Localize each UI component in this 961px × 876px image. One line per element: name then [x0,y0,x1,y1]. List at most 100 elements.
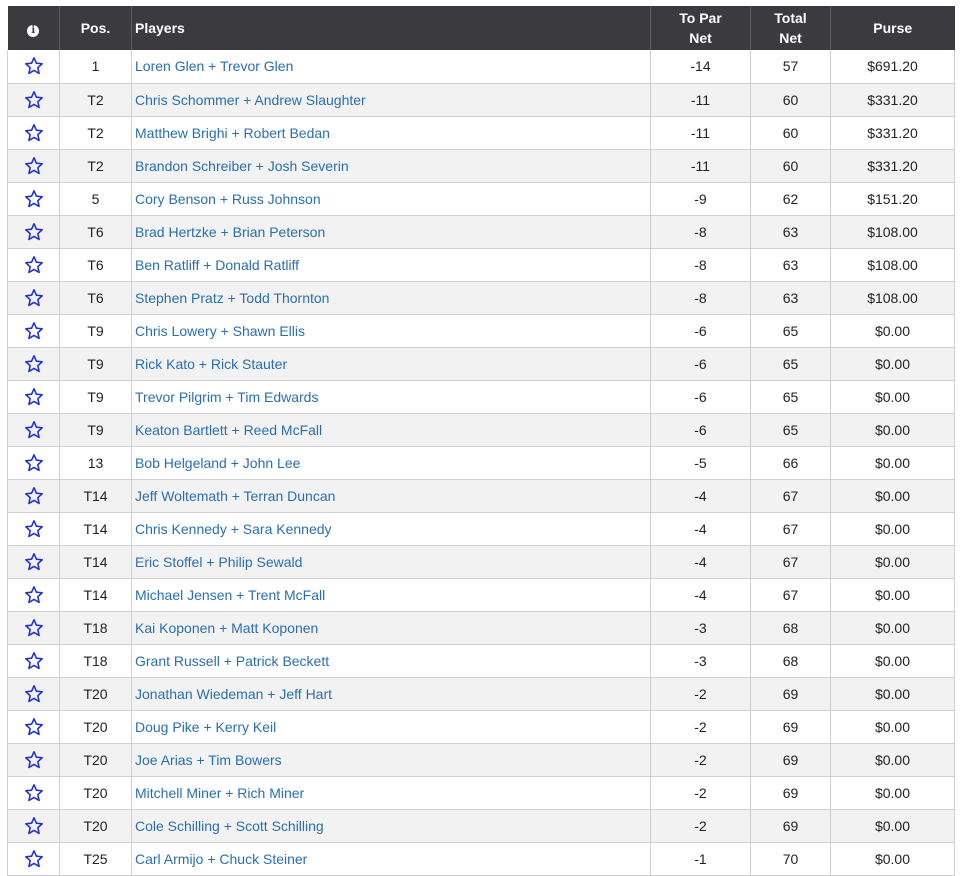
star-icon[interactable] [24,651,44,671]
star-icon[interactable] [24,255,44,275]
favorite-cell[interactable] [7,578,60,612]
players-link[interactable]: Grant Russell + Patrick Beckett [135,653,329,669]
favorite-cell[interactable] [7,842,60,876]
to-par-net-cell: -2 [650,710,751,744]
favorite-cell[interactable] [7,116,60,150]
favorite-cell[interactable] [7,512,60,546]
favorite-cell[interactable] [7,677,60,711]
players-link[interactable]: Trevor Pilgrim + Tim Edwards [135,389,318,405]
header-to-par-net[interactable]: To Par Net [650,6,751,50]
star-icon[interactable] [24,750,44,770]
favorite-cell[interactable] [7,479,60,513]
players-cell: Grant Russell + Patrick Beckett [131,644,651,678]
players-link[interactable]: Matthew Brighi + Robert Bedan [135,125,330,141]
favorite-cell[interactable] [7,314,60,348]
players-cell: Brandon Schreiber + Josh Severin [131,149,651,183]
star-icon[interactable] [24,552,44,572]
players-link[interactable]: Jonathan Wiedeman + Jeff Hart [135,686,332,702]
star-icon[interactable] [24,684,44,704]
favorite-cell[interactable] [7,281,60,315]
favorite-cell[interactable] [7,776,60,810]
star-icon[interactable] [24,717,44,737]
star-icon[interactable] [24,189,44,209]
players-link[interactable]: Chris Kennedy + Sara Kennedy [135,521,332,537]
favorite-cell[interactable] [7,644,60,678]
star-icon[interactable] [24,321,44,341]
players-cell: Chris Lowery + Shawn Ellis [131,314,651,348]
position-cell: 5 [59,182,132,216]
position-cell: T20 [59,743,132,777]
players-cell: Cole Schilling + Scott Schilling [131,809,651,843]
star-icon[interactable] [24,783,44,803]
players-cell: Trevor Pilgrim + Tim Edwards [131,380,651,414]
players-link[interactable]: Joe Arias + Tim Bowers [135,752,282,768]
players-cell: Chris Kennedy + Sara Kennedy [131,512,651,546]
header-info[interactable]: i [7,6,60,50]
favorite-cell[interactable] [7,743,60,777]
players-link[interactable]: Stephen Pratz + Todd Thornton [135,290,329,306]
players-link[interactable]: Cory Benson + Russ Johnson [135,191,321,207]
players-link[interactable]: Loren Glen + Trevor Glen [135,58,293,74]
favorite-cell[interactable] [7,215,60,249]
favorite-cell[interactable] [7,149,60,183]
favorite-cell[interactable] [7,182,60,216]
total-net-cell: 60 [750,149,831,183]
favorite-cell[interactable] [7,809,60,843]
star-icon[interactable] [24,123,44,143]
table-row: T18 Grant Russell + Patrick Beckett -3 68 $0… [7,644,955,678]
favorite-cell[interactable] [7,50,60,84]
star-icon[interactable] [24,486,44,506]
star-icon[interactable] [24,849,44,869]
purse-cell: $0.00 [830,677,955,711]
players-link[interactable]: Keaton Bartlett + Reed McFall [135,422,322,438]
star-icon[interactable] [24,387,44,407]
to-par-net-cell: -8 [650,248,751,282]
favorite-cell[interactable] [7,347,60,381]
header-players[interactable]: Players [131,6,651,50]
players-link[interactable]: Rick Kato + Rick Stauter [135,356,287,372]
favorite-cell[interactable] [7,380,60,414]
players-link[interactable]: Kai Koponen + Matt Koponen [135,620,318,636]
favorite-cell[interactable] [7,248,60,282]
players-link[interactable]: Cole Schilling + Scott Schilling [135,818,324,834]
star-icon[interactable] [24,453,44,473]
favorite-cell[interactable] [7,413,60,447]
players-link[interactable]: Eric Stoffel + Philip Sewald [135,554,302,570]
players-link[interactable]: Mitchell Miner + Rich Miner [135,785,304,801]
star-icon[interactable] [24,585,44,605]
star-icon[interactable] [24,56,44,76]
players-link[interactable]: Chris Schommer + Andrew Slaughter [135,92,366,108]
header-total-net[interactable]: Total Net [750,6,831,50]
header-pos[interactable]: Pos. [59,6,132,50]
players-link[interactable]: Bob Helgeland + John Lee [135,455,300,471]
favorite-cell[interactable] [7,83,60,117]
players-link[interactable]: Ben Ratliff + Donald Ratliff [135,257,299,273]
position-cell: T18 [59,644,132,678]
star-icon[interactable] [24,90,44,110]
star-icon[interactable] [24,519,44,539]
header-purse[interactable]: Purse [830,6,955,50]
info-icon[interactable]: i [27,25,40,37]
players-link[interactable]: Doug Pike + Kerry Keil [135,719,276,735]
favorite-cell[interactable] [7,710,60,744]
players-link[interactable]: Michael Jensen + Trent McFall [135,587,325,603]
favorite-cell[interactable] [7,545,60,579]
players-link[interactable]: Chris Lowery + Shawn Ellis [135,323,305,339]
favorite-cell[interactable] [7,611,60,645]
star-icon[interactable] [24,354,44,374]
players-cell: Ben Ratliff + Donald Ratliff [131,248,651,282]
players-link[interactable]: Carl Armijo + Chuck Steiner [135,851,307,867]
star-icon[interactable] [24,222,44,242]
star-icon[interactable] [24,288,44,308]
favorite-cell[interactable] [7,446,60,480]
players-link[interactable]: Brandon Schreiber + Josh Severin [135,158,349,174]
star-icon[interactable] [24,156,44,176]
star-icon[interactable] [24,816,44,836]
table-row: T9 Trevor Pilgrim + Tim Edwards -6 65 $0.00 [7,380,955,414]
players-link[interactable]: Jeff Woltemath + Terran Duncan [135,488,335,504]
star-icon[interactable] [24,420,44,440]
position-cell: T20 [59,677,132,711]
players-link[interactable]: Brad Hertzke + Brian Peterson [135,224,325,240]
purse-cell: $331.20 [830,116,955,150]
star-icon[interactable] [24,618,44,638]
